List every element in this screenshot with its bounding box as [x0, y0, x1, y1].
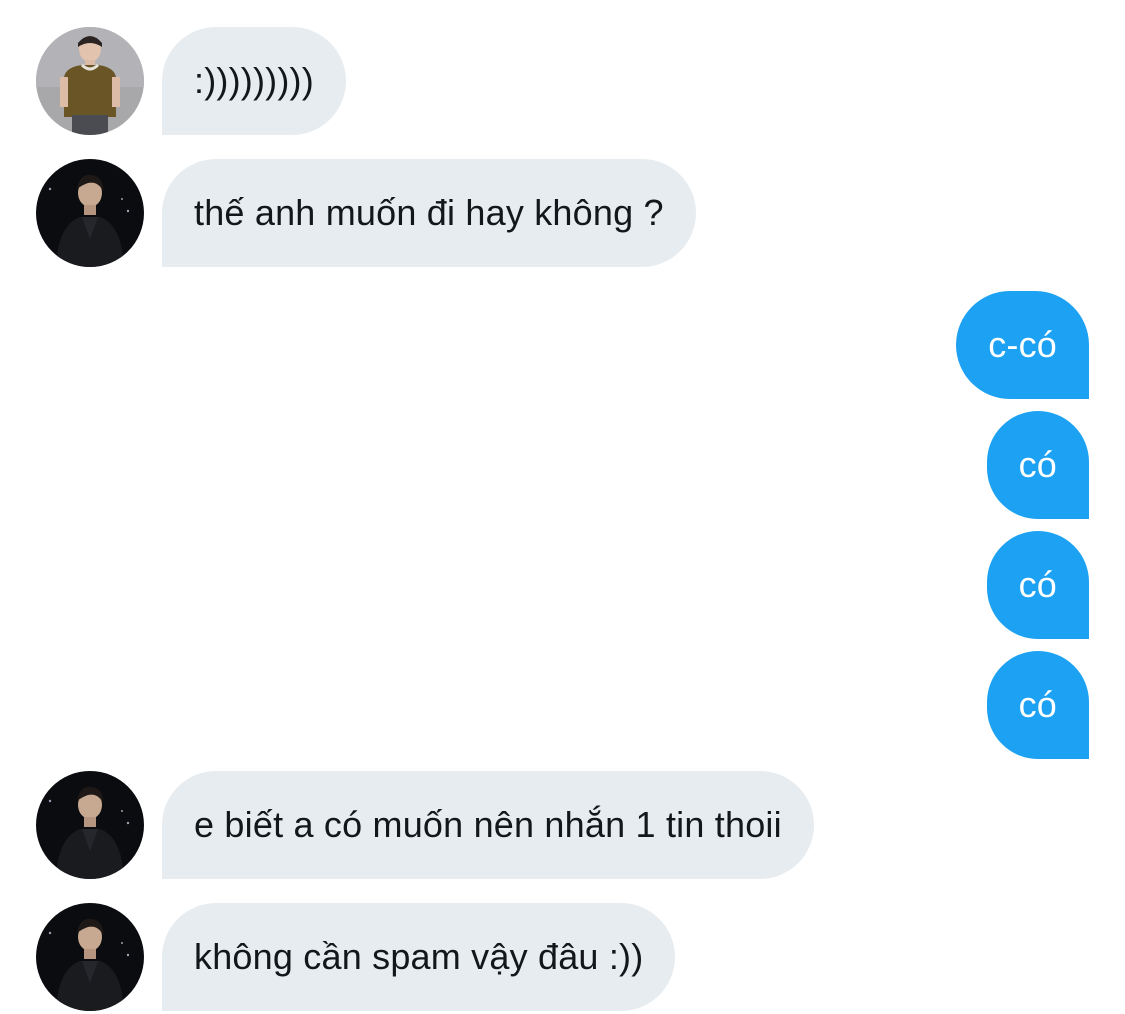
- message-bubble[interactable]: :))))))))): [162, 27, 346, 135]
- avatar-dark-jacket-image: [36, 771, 144, 879]
- outgoing-message: có: [0, 411, 1125, 519]
- avatar-dark-jacket-image: [36, 159, 144, 267]
- message-bubble[interactable]: c-có: [956, 291, 1089, 399]
- avatar-dark-jacket-image: [36, 903, 144, 1011]
- incoming-message: thế anh muốn đi hay không ?: [0, 159, 1125, 267]
- incoming-message: :))))))))): [0, 27, 1125, 135]
- avatar-olive-shirt[interactable]: [36, 27, 144, 135]
- incoming-message: e biết a có muốn nên nhắn 1 tin thoii: [0, 771, 1125, 879]
- avatar-dark-jacket[interactable]: [36, 159, 144, 267]
- message-bubble[interactable]: có: [986, 531, 1089, 639]
- message-bubble[interactable]: e biết a có muốn nên nhắn 1 tin thoii: [162, 771, 814, 879]
- message-bubble[interactable]: không cần spam vậy đâu :)): [162, 903, 676, 1011]
- outgoing-message: c-có: [0, 291, 1125, 399]
- message-bubble[interactable]: thế anh muốn đi hay không ?: [162, 159, 696, 267]
- message-bubble[interactable]: có: [986, 651, 1089, 759]
- outgoing-message: có: [0, 651, 1125, 759]
- avatar-dark-jacket[interactable]: [36, 771, 144, 879]
- outgoing-message: có: [0, 531, 1125, 639]
- message-thread: :))))))))) thế anh muốn đi hay không ? c…: [0, 0, 1125, 1014]
- avatar-olive-shirt-image: [36, 27, 144, 135]
- message-bubble[interactable]: có: [986, 411, 1089, 519]
- avatar-dark-jacket[interactable]: [36, 903, 144, 1011]
- incoming-message: không cần spam vậy đâu :)): [0, 903, 1125, 1011]
